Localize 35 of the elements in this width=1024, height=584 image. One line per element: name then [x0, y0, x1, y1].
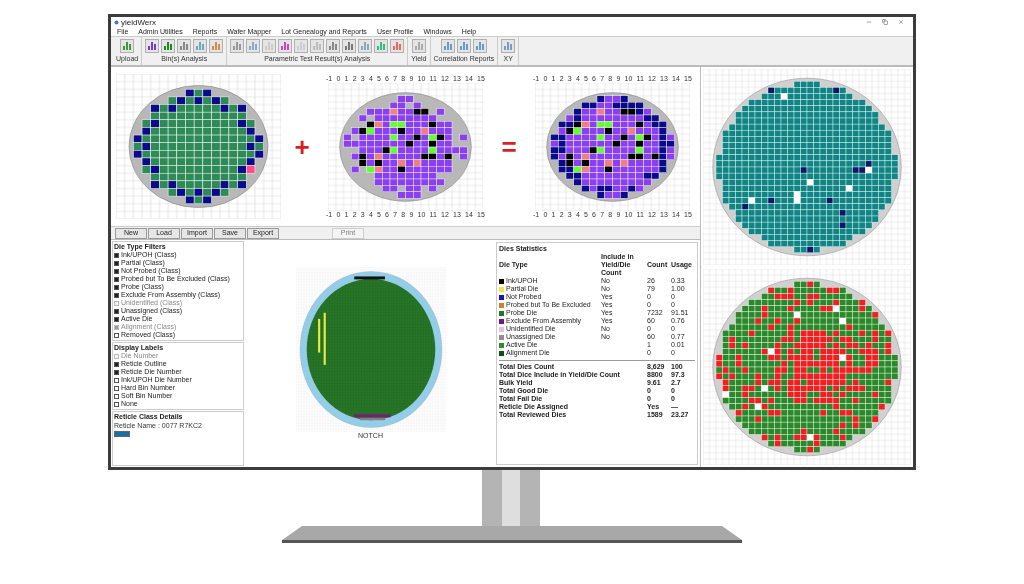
operator-symbol: + [293, 132, 311, 161]
checkbox[interactable] [114, 276, 119, 282]
restore-icon[interactable] [882, 19, 888, 25]
checkbox[interactable] [114, 393, 119, 399]
checkbox[interactable] [114, 369, 119, 375]
checkbox[interactable] [114, 252, 119, 258]
window-title: yieldWerx [121, 17, 156, 27]
checkbox[interactable] [114, 377, 119, 383]
toolbar-chart-icon[interactable] [161, 39, 176, 53]
checkbox[interactable] [114, 401, 119, 407]
toolbar-chart-icon[interactable] [440, 39, 455, 53]
toolbar-chart-icon[interactable] [177, 39, 192, 53]
app-logo-icon [114, 19, 119, 25]
checkbox[interactable] [114, 385, 119, 391]
toolbar-chart-icon[interactable] [145, 39, 160, 53]
toolbar-chart-icon[interactable] [278, 39, 293, 53]
toolbar-chart-icon[interactable] [456, 39, 471, 53]
close-icon[interactable] [898, 19, 904, 25]
checkbox[interactable] [114, 361, 119, 367]
toolbar-chart-icon[interactable] [342, 39, 357, 53]
checkbox[interactable] [114, 316, 119, 322]
toolbar-chart-icon[interactable] [472, 39, 487, 53]
toolbar-chart-icon[interactable] [230, 39, 245, 53]
checkbox[interactable] [114, 284, 119, 290]
checkbox[interactable] [114, 260, 119, 266]
operator-symbol: = [500, 132, 518, 161]
toolbar-chart-icon[interactable] [120, 39, 135, 53]
toolbar-chart-icon[interactable] [501, 39, 516, 53]
checkbox[interactable] [114, 308, 119, 314]
toolbar-chart-icon[interactable] [326, 39, 341, 53]
checkbox[interactable] [114, 292, 119, 298]
toolbar-chart-icon[interactable] [390, 39, 405, 53]
checkbox[interactable] [114, 268, 119, 274]
checkbox[interactable] [114, 332, 119, 338]
toolbar-chart-icon[interactable] [209, 39, 224, 53]
